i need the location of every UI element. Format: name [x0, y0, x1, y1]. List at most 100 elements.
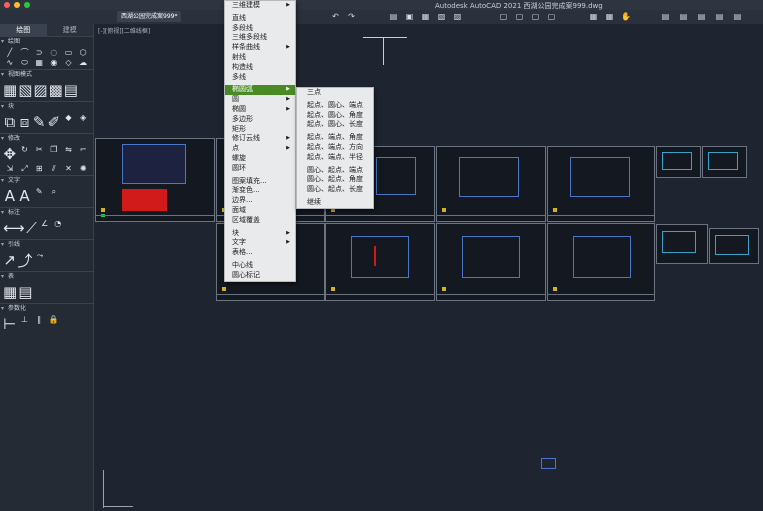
edit-block-icon[interactable]: ✎ [32, 113, 46, 131]
menu-item[interactable]: 块 [225, 229, 295, 239]
menu-item[interactable]: 构造线 [225, 63, 295, 73]
viewport-controls[interactable]: [-][俯视][二维线框] [98, 26, 150, 35]
section-title[interactable]: 表 [0, 272, 93, 281]
menu-item[interactable]: 螺旋 [225, 154, 295, 164]
section-title[interactable]: 视图模式 [0, 70, 93, 79]
layer4-icon[interactable]: ▦ [605, 12, 614, 21]
save-as-icon[interactable]: ▨ [453, 12, 462, 21]
menu-item[interactable]: 圆心标记 [225, 271, 295, 281]
section-title[interactable]: 参数化 [0, 304, 93, 313]
constraint4-icon[interactable]: 🔒 [47, 315, 61, 324]
zoom-window-button[interactable] [24, 2, 30, 8]
leader-add-icon[interactable]: ⤴ [17, 251, 32, 270]
text-style-icon[interactable]: A [18, 187, 32, 205]
menu-item[interactable]: 圆心、起点、端点 [297, 166, 373, 176]
menu-item[interactable]: 表格... [225, 248, 295, 258]
menu-item[interactable]: 矩形 [225, 125, 295, 135]
layer-icon[interactable]: ▢ [499, 12, 508, 21]
drawing-sheet[interactable] [436, 223, 546, 301]
menu-item[interactable]: 圆环 [225, 164, 295, 174]
menu-item[interactable]: 圆心、起点、角度 [297, 175, 373, 185]
document-tab[interactable]: 西湖公园完成案999* [117, 11, 182, 22]
drawing-sheet[interactable] [547, 223, 655, 301]
section-title[interactable]: 引线 [0, 240, 93, 249]
menu-item[interactable]: 三维多段线 [225, 33, 295, 43]
move-icon[interactable]: ✥ [3, 145, 17, 163]
tab-draw[interactable]: 绘图 [0, 24, 47, 36]
menu-item[interactable]: 起点、端点、角度 [297, 133, 373, 143]
save-icon[interactable]: ▧ [437, 12, 446, 21]
dim-angular-icon[interactable]: ∠ [39, 219, 51, 228]
view-icon[interactable]: ▦ [3, 81, 17, 99]
table-style-icon[interactable]: ▤ [18, 283, 32, 301]
circle-icon[interactable]: ⊃ [32, 48, 46, 57]
menu-item[interactable]: 射线 [225, 53, 295, 63]
publish-icon[interactable]: ▦ [421, 12, 430, 21]
constraint-icon[interactable]: ⊢ [3, 315, 17, 333]
drawing-sheet[interactable] [95, 138, 215, 222]
menu-item[interactable]: 直线 [225, 14, 295, 24]
menu-item[interactable]: 椭圆 [225, 105, 295, 115]
constraint3-icon[interactable]: ∥ [32, 315, 46, 324]
view3-icon[interactable]: ▨ [33, 81, 47, 99]
point-icon[interactable]: ◉ [47, 58, 61, 67]
dim-radius-icon[interactable]: ◔ [52, 219, 64, 228]
view5-icon[interactable]: ▤ [64, 81, 78, 99]
text-icon[interactable]: A [3, 187, 17, 205]
constraint2-icon[interactable]: ⊥ [18, 315, 32, 324]
erase-icon[interactable]: ✕ [62, 164, 76, 173]
layer3-icon[interactable]: ▦ [589, 12, 598, 21]
section-title[interactable]: 标注 [0, 208, 93, 217]
layer2-icon[interactable]: ▢ [547, 12, 556, 21]
section-title[interactable]: 修改 [0, 134, 93, 143]
preview-icon[interactable]: ▣ [405, 12, 414, 21]
menu-item[interactable]: 边界... [225, 196, 295, 206]
drawing-canvas[interactable]: 西湖公园完成案999* [-][俯视][二维线框] [95, 11, 763, 511]
polyline-icon[interactable]: ⌒ [18, 48, 32, 57]
menu-item[interactable]: 椭圆弧 [225, 85, 295, 96]
menu-item[interactable]: 三点 [297, 88, 373, 98]
tag2-icon[interactable]: ◈ [76, 113, 90, 122]
section-title[interactable]: 块 [0, 102, 93, 111]
hand-icon[interactable]: ✋ [621, 12, 631, 21]
layer-isolate-icon[interactable]: ▤ [715, 12, 724, 21]
menu-item[interactable]: 起点、端点、方向 [297, 143, 373, 153]
menu-item[interactable]: 中心线 [225, 261, 295, 271]
fillet-icon[interactable]: ⌐ [76, 145, 90, 154]
leader-align-icon[interactable]: ⤳ [33, 251, 46, 260]
line-icon[interactable]: ╱ [3, 48, 17, 57]
mirror-icon[interactable]: ⇋ [62, 145, 76, 154]
tag-icon[interactable]: ◆ [62, 113, 76, 122]
drawing-sheet[interactable] [702, 146, 747, 178]
drawing-sheet[interactable] [547, 146, 655, 222]
dim-aligned-icon[interactable]: ⟋ [26, 219, 38, 237]
minimize-window-button[interactable] [14, 2, 20, 8]
menu-item[interactable]: 起点、端点、半径 [297, 153, 373, 163]
menu-item[interactable]: 图案填充... [225, 177, 295, 187]
leader-icon[interactable]: ↗ [3, 251, 16, 269]
menu-item[interactable]: 点 [225, 144, 295, 154]
section-title[interactable]: 文字 [0, 176, 93, 185]
menu-item[interactable]: 起点、圆心、长度 [297, 120, 373, 130]
section-title[interactable]: 绘图 [0, 37, 93, 46]
revcloud-icon[interactable]: ☁ [76, 58, 90, 67]
match-icon[interactable]: ▢ [531, 12, 540, 21]
menu-item[interactable]: 继续 [297, 198, 373, 208]
menu-item[interactable]: 多段线 [225, 24, 295, 34]
rectangle-icon[interactable]: ▭ [62, 48, 76, 57]
text-edit-icon[interactable]: ✎ [32, 187, 46, 196]
layer-lock-icon[interactable]: ▤ [733, 12, 742, 21]
drawing-sheet[interactable] [656, 224, 708, 264]
hatch-icon[interactable]: ▦ [32, 58, 46, 67]
offset-icon[interactable]: ⫽ [47, 164, 61, 173]
menu-item[interactable]: 圆 [225, 95, 295, 105]
stretch-icon[interactable]: ⇲ [3, 164, 17, 173]
tab-model[interactable]: 建模 [47, 24, 94, 36]
copy-icon[interactable]: ❐ [47, 145, 61, 154]
layer-match-icon[interactable]: ▤ [679, 12, 688, 21]
arc-icon[interactable]: ◌ [47, 48, 61, 57]
close-window-button[interactable] [4, 2, 10, 8]
spline-icon[interactable]: ∿ [3, 58, 17, 67]
insert-block-icon[interactable]: ⧉ [3, 113, 17, 131]
redo-icon[interactable]: ↷ [347, 12, 356, 21]
